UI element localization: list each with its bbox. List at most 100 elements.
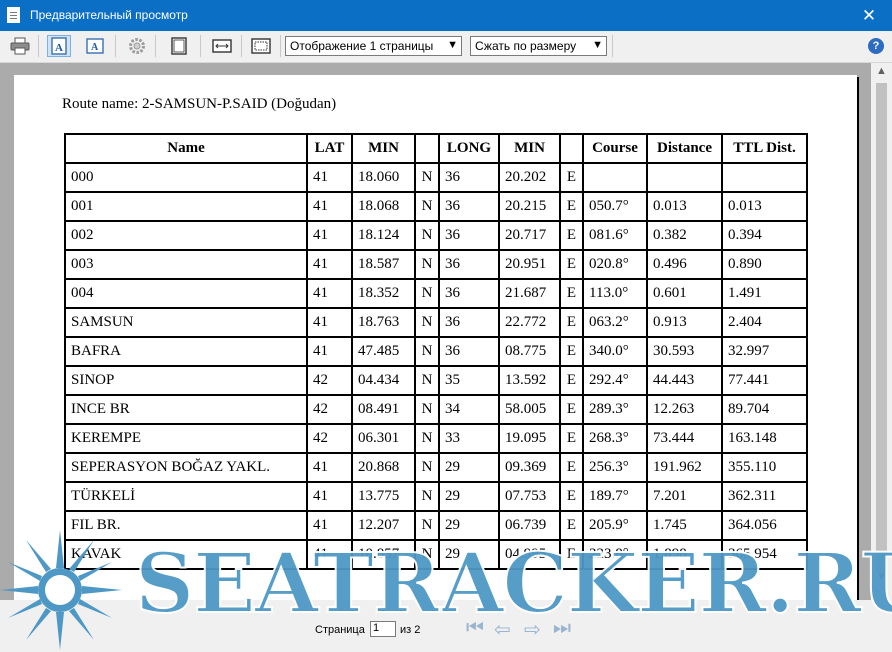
table-cell: 58.005 <box>498 394 561 425</box>
table-cell: N <box>414 394 440 425</box>
table-cell: N <box>414 249 440 280</box>
last-page-icon[interactable]: ⏭ <box>553 617 571 640</box>
page-count-label: из 2 <box>400 624 421 636</box>
table-cell: KEREMPE <box>64 423 308 454</box>
table-cell: E <box>559 249 584 280</box>
table-cell: N <box>414 423 440 454</box>
table-row: 004 41 18.352 N 36 21.687 E 113.0° 0.601 1.491 <box>64 278 808 309</box>
column-header: Name <box>64 133 308 164</box>
table-cell: N <box>414 365 440 396</box>
table-cell: 000 <box>64 162 308 193</box>
table-cell: 08.491 <box>351 394 416 425</box>
next-page-icon[interactable]: ⇨ <box>524 617 541 642</box>
table-cell: 20.951 <box>498 249 561 280</box>
table-cell: 13.592 <box>498 365 561 396</box>
table-cell <box>721 162 808 193</box>
table-cell: 0.601 <box>646 278 723 309</box>
help-icon[interactable]: ? <box>868 38 884 54</box>
table-cell: 21.687 <box>498 278 561 309</box>
toolbar-separator <box>612 35 613 57</box>
scroll-down-icon[interactable]: ▼ <box>871 571 892 588</box>
table-cell: 89.704 <box>721 394 808 425</box>
table-cell: 0.890 <box>721 249 808 280</box>
document-icon <box>7 7 20 23</box>
table-cell: 41 <box>306 162 353 193</box>
route-table: Name LAT MIN LONG MIN Course Distance TT… <box>64 133 808 570</box>
table-cell: SEPERASYON BOĞAZ YAKL. <box>64 452 308 483</box>
vertical-scrollbar[interactable]: ▲ ▼ <box>871 63 892 600</box>
scroll-up-icon[interactable]: ▲ <box>871 65 892 82</box>
table-cell: 42 <box>306 365 353 396</box>
column-header <box>559 133 584 164</box>
single-page-button[interactable] <box>167 35 191 57</box>
scroll-thumb[interactable] <box>876 83 887 573</box>
table-cell: N <box>414 481 440 512</box>
table-cell: INCE BR <box>64 394 308 425</box>
column-header: LONG <box>438 133 500 164</box>
page-label: Страница <box>315 624 365 636</box>
table-cell: 07.753 <box>498 481 561 512</box>
table-cell: 29 <box>438 452 500 483</box>
table-cell: 29 <box>438 510 500 541</box>
table-cell: 2.404 <box>721 307 808 338</box>
table-cell: BAFRA <box>64 336 308 367</box>
table-row: INCE BR 42 08.491 N 34 58.005 E 289.3° 12.263 89.… <box>64 394 808 425</box>
close-button[interactable]: ✕ <box>846 0 892 31</box>
table-cell: E <box>559 539 584 570</box>
toolbar-separator <box>38 35 39 57</box>
fit-width-button[interactable] <box>210 35 234 57</box>
view-mode-value: Отображение 1 страницы <box>290 39 434 53</box>
table-cell: 292.4° <box>582 365 648 396</box>
table-cell: 0.394 <box>721 220 808 251</box>
table-cell: 20.868 <box>351 452 416 483</box>
table-row: TÜRKELİ 41 13.775 N 29 07.753 E 189.7° 7.201 362.… <box>64 481 808 512</box>
table-cell: 41 <box>306 307 353 338</box>
table-cell: 063.2° <box>582 307 648 338</box>
table-cell: FIL BR. <box>64 510 308 541</box>
table-cell: 256.3° <box>582 452 648 483</box>
chevron-down-icon: ▼ <box>592 39 603 51</box>
toolbar-separator <box>115 35 116 57</box>
chevron-down-icon: ▼ <box>447 39 458 51</box>
table-cell: 205.9° <box>582 510 648 541</box>
table-cell: 020.8° <box>582 249 648 280</box>
table-cell: 20.717 <box>498 220 561 251</box>
table-cell: E <box>559 423 584 454</box>
table-cell: 42 <box>306 394 353 425</box>
page-width-icon: A <box>51 37 67 55</box>
table-cell: 364.056 <box>721 510 808 541</box>
table-cell: N <box>414 278 440 309</box>
table-cell: 32.997 <box>721 336 808 367</box>
table-cell: 0.382 <box>646 220 723 251</box>
table-cell: N <box>414 539 440 570</box>
table-cell: 08.775 <box>498 336 561 367</box>
print-button[interactable] <box>8 35 32 57</box>
text-view-button[interactable]: A <box>83 35 107 57</box>
first-page-icon[interactable]: ⏮ <box>466 617 484 640</box>
view-mode-select[interactable]: Отображение 1 страницы ▼ <box>285 36 462 56</box>
fit-width-icon <box>212 39 232 53</box>
previous-page-icon[interactable]: ⇦ <box>494 617 511 642</box>
table-cell: 29 <box>438 539 500 570</box>
page-width-button[interactable]: A <box>47 35 71 57</box>
table-cell: SINOP <box>64 365 308 396</box>
fit-mode-select[interactable]: Сжать по размеру ▼ <box>470 36 607 56</box>
table-cell: E <box>559 278 584 309</box>
fit-mode-value: Сжать по размеру <box>475 39 577 53</box>
zoom-page-button[interactable] <box>249 35 273 57</box>
column-header: Distance <box>646 133 723 164</box>
page-number-input[interactable]: 1 <box>370 621 396 637</box>
table-cell: E <box>559 307 584 338</box>
table-cell: 1.898 <box>646 539 723 570</box>
table-cell: N <box>414 307 440 338</box>
table-row: KAVAK 41 10.857 N 29 04.995 E 223.8° 1.898 365.95… <box>64 539 808 570</box>
settings-button[interactable] <box>125 35 149 57</box>
toolbar-separator <box>200 35 201 57</box>
preview-area[interactable]: Route name: 2-SAMSUN-P.SAID (Doğudan) Na… <box>0 63 871 600</box>
table-cell: N <box>414 510 440 541</box>
route-name: Route name: 2-SAMSUN-P.SAID (Doğudan) <box>62 96 337 112</box>
table-cell: 18.763 <box>351 307 416 338</box>
table-cell: 22.772 <box>498 307 561 338</box>
table-cell: 30.593 <box>646 336 723 367</box>
table-cell: 355.110 <box>721 452 808 483</box>
